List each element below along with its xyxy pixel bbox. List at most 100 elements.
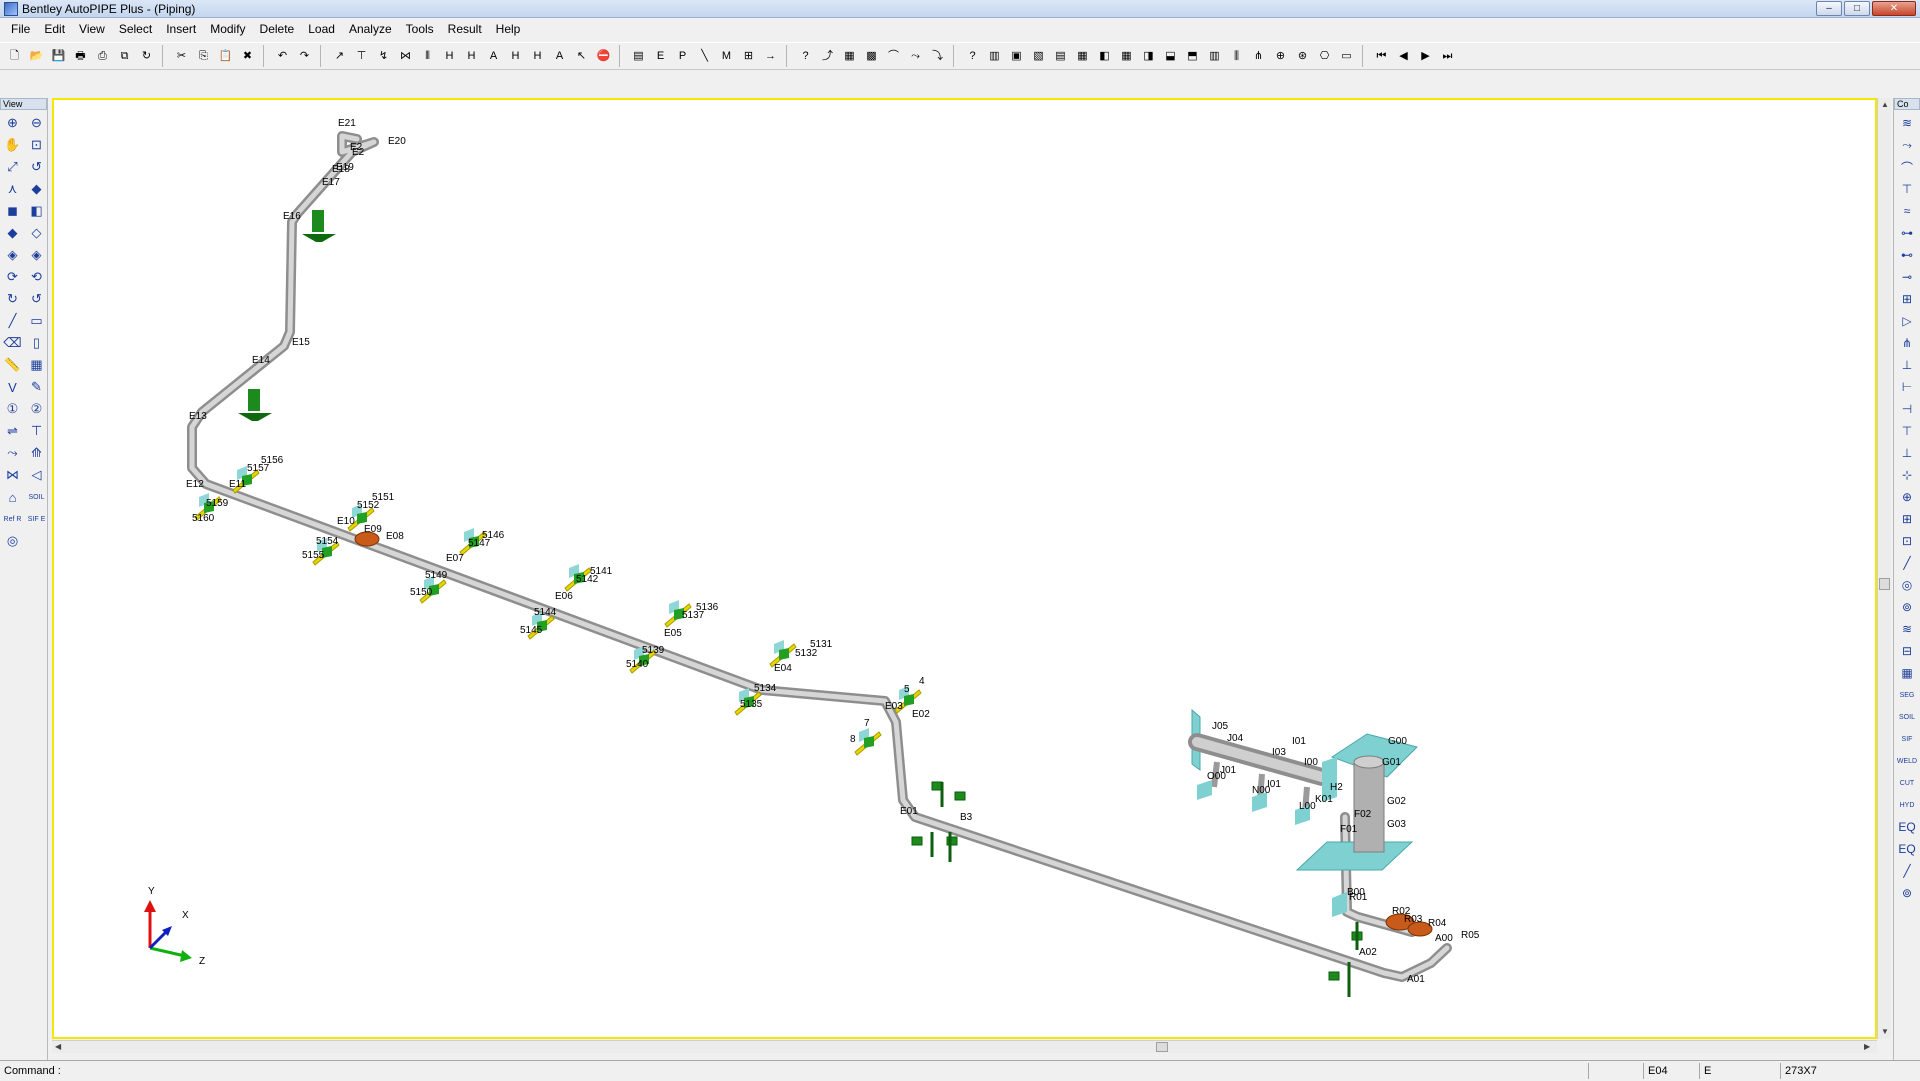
view-front-icon[interactable]: ◼ (2, 201, 23, 221)
tool-4-button[interactable]: ▤ (1050, 46, 1071, 67)
shade-d-icon[interactable]: ◈ (26, 245, 47, 265)
all-b-button[interactable]: A (549, 46, 570, 67)
scroll-down-icon[interactable]: ▼ (1881, 1027, 1889, 1036)
last-button[interactable]: ⏭ (1437, 46, 1458, 67)
component-tool-35-icon[interactable]: ⊚ (1897, 883, 1918, 903)
vertical-scroll-thumb[interactable] (1879, 578, 1890, 590)
hide-b-button[interactable]: H (461, 46, 482, 67)
tool-11-button[interactable]: ▥ (1204, 46, 1225, 67)
component-tool-18-icon[interactable]: ⊞ (1897, 509, 1918, 529)
undo-button[interactable]: ↶ (272, 46, 293, 67)
print-preview-button[interactable]: ⎙ (92, 46, 113, 67)
copy-button[interactable]: ⎘ (193, 46, 214, 67)
bend-arrow-icon[interactable]: ⤳ (2, 443, 23, 463)
component-tool-4-icon[interactable]: ≈ (1897, 201, 1918, 221)
e9-button[interactable]: E (650, 46, 671, 67)
tool-8-button[interactable]: ◨ (1138, 46, 1159, 67)
rotate-y-icon[interactable]: ⟲ (26, 267, 47, 287)
menu-edit[interactable]: Edit (37, 20, 72, 38)
view-3d-icon[interactable]: ◆ (26, 179, 47, 199)
line-button[interactable]: ╲ (694, 46, 715, 67)
bend-c-button[interactable]: ⤵ (927, 46, 948, 67)
document-button[interactable]: ▤ (628, 46, 649, 67)
zoom-previous-icon[interactable]: ↺ (26, 157, 47, 177)
prev-button[interactable]: ◀ (1393, 46, 1414, 67)
menu-view[interactable]: View (72, 20, 112, 38)
component-tool-12-icon[interactable]: ⊢ (1897, 377, 1918, 397)
tool-17-button[interactable]: ▭ (1336, 46, 1357, 67)
tool-1-button[interactable]: ▥ (984, 46, 1005, 67)
component-tool-17-icon[interactable]: ⊕ (1897, 487, 1918, 507)
vector-icon[interactable]: V (2, 377, 23, 397)
zoom-in-icon[interactable]: ⊕ (2, 113, 23, 133)
menu-help[interactable]: Help (489, 20, 528, 38)
grid-small-button[interactable]: ⊞ (738, 46, 759, 67)
menu-modify[interactable]: Modify (203, 20, 252, 38)
tee-arrow-icon[interactable]: ⟰ (26, 443, 47, 463)
menu-result[interactable]: Result (441, 20, 489, 38)
ruler-icon[interactable]: 📏 (2, 355, 23, 375)
rotate-back-icon[interactable]: ↺ (26, 289, 47, 309)
print-button[interactable]: 🖶 (70, 46, 91, 67)
point-b-icon[interactable]: ② (26, 399, 47, 419)
component-tool-23-icon[interactable]: ≋ (1897, 619, 1918, 639)
first-button[interactable]: ⏮ (1371, 46, 1392, 67)
insert-valve-button[interactable]: ⋈ (395, 46, 416, 67)
tool-12-button[interactable]: ⫼ (1226, 46, 1247, 67)
view-iso-icon[interactable]: ⋏ (2, 179, 23, 199)
cut-button[interactable]: ✂ (171, 46, 192, 67)
tag-icon[interactable]: ✎ (26, 377, 47, 397)
view-side-icon[interactable]: ◧ (26, 201, 47, 221)
component-tool-14-icon[interactable]: ⊤ (1897, 421, 1918, 441)
hide-c-button[interactable]: H (505, 46, 526, 67)
ring-icon[interactable]: ◎ (2, 531, 23, 551)
menu-file[interactable]: File (4, 20, 37, 38)
scroll-right-icon[interactable]: ▶ (1864, 1042, 1870, 1051)
bend-a-button[interactable]: ⌒ (883, 46, 904, 67)
piping-model-drawing[interactable]: E21E20E2E2E19E18E17E16E15E14E13E12 E11E10… (54, 100, 1875, 1037)
component-tool-24-icon[interactable]: ⊟ (1897, 641, 1918, 661)
component-tool-19-icon[interactable]: ⊡ (1897, 531, 1918, 551)
model-viewport[interactable]: E21 E20 E2 E2 E19 E18 E17 E16 E15 E14 E13 E12 E11 E10… (52, 98, 1877, 1039)
support-13[interactable] (854, 728, 882, 756)
hide-all-button[interactable]: A (483, 46, 504, 67)
anchor-e14[interactable] (238, 389, 272, 421)
shade-c-icon[interactable]: ◈ (2, 245, 23, 265)
horizontal-scrollbar[interactable]: ◀ ▶ (52, 1040, 1877, 1053)
scroll-left-icon[interactable]: ◀ (55, 1042, 61, 1051)
component-tool-5-icon[interactable]: ⊶ (1897, 223, 1918, 243)
select-pointer-button[interactable]: ↖ (571, 46, 592, 67)
stop-button[interactable]: ⛔ (593, 46, 614, 67)
component-tool-25-icon[interactable]: ▦ (1897, 663, 1918, 683)
pipe-run[interactable] (187, 131, 1452, 982)
horizontal-scroll-thumb[interactable] (1156, 1042, 1168, 1052)
anchor-icon[interactable]: ⌂ (2, 487, 23, 507)
table-icon[interactable]: ▦ (26, 355, 47, 375)
pan-icon[interactable]: ✋ (2, 135, 23, 155)
tool-7-button[interactable]: ▦ (1116, 46, 1137, 67)
open-button[interactable]: 📂 (26, 46, 47, 67)
ref-icon[interactable]: Ref R (2, 509, 23, 529)
ps1-button[interactable]: P (672, 46, 693, 67)
split-icon[interactable]: ▯ (26, 333, 47, 353)
component-tool-28-icon[interactable]: SIF (1897, 729, 1918, 749)
scroll-up-icon[interactable]: ▲ (1881, 100, 1889, 109)
component-tool-2-icon[interactable]: ⌒ (1897, 157, 1918, 177)
maximize-button[interactable]: □ (1844, 1, 1870, 16)
menu-analyze[interactable]: Analyze (342, 20, 399, 38)
component-tool-3-icon[interactable]: ⊤ (1897, 179, 1918, 199)
zoom-all-icon[interactable]: ⤢ (2, 157, 23, 177)
insert-bend-button[interactable]: ↯ (373, 46, 394, 67)
zoom-window-icon[interactable]: ⊡ (26, 135, 47, 155)
tool-14-button[interactable]: ⊕ (1270, 46, 1291, 67)
graph-button[interactable]: ⤴ (817, 46, 838, 67)
close-button[interactable]: ✕ (1872, 1, 1916, 16)
next-button[interactable]: ▶ (1415, 46, 1436, 67)
flange-icon[interactable]: ◁ (26, 465, 47, 485)
component-tool-9-icon[interactable]: ▷ (1897, 311, 1918, 331)
matrix-b-button[interactable]: ▩ (861, 46, 882, 67)
hide-d-button[interactable]: H (527, 46, 548, 67)
component-tool-16-icon[interactable]: ⊹ (1897, 465, 1918, 485)
tool-5-button[interactable]: ▦ (1072, 46, 1093, 67)
mt-button[interactable]: M (716, 46, 737, 67)
